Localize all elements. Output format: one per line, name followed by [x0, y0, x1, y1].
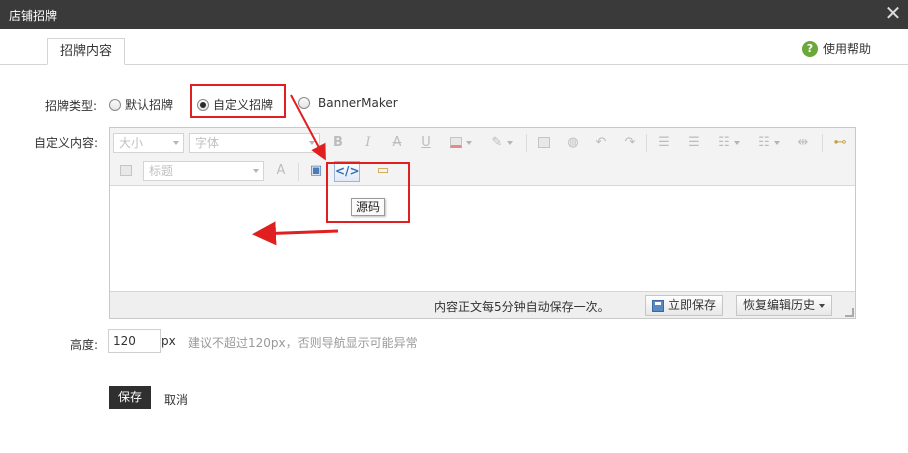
- table-icon[interactable]: [117, 162, 135, 180]
- cancel-link[interactable]: 取消: [164, 391, 188, 408]
- annotation-box-source: [326, 162, 410, 223]
- bulleted-list-icon[interactable]: ☷: [715, 134, 740, 152]
- font-color-icon[interactable]: [447, 134, 472, 152]
- font-family-select[interactable]: 字体: [189, 133, 320, 153]
- radio-bannermaker-dot[interactable]: [298, 97, 310, 109]
- radio-bannermaker-label: BannerMaker: [318, 96, 398, 110]
- help-label: 使用帮助: [822, 42, 871, 56]
- chevron-down-icon: [173, 141, 179, 145]
- heading-placeholder: 标题: [149, 164, 174, 178]
- help-icon: ?: [801, 40, 818, 57]
- highlight-color-icon[interactable]: ✎: [488, 134, 513, 152]
- toolbar-separator: [298, 163, 299, 181]
- editor-toolbar: 大小 字体 B I A U ✎ ◍ ↶ ↷ ☰ ☰ ☷ ☷ ⇹ ⊷ 标题 A ▣…: [110, 128, 855, 186]
- strikethrough-icon[interactable]: A: [388, 134, 406, 152]
- clear-format-icon[interactable]: A: [272, 162, 290, 180]
- image-icon[interactable]: [535, 134, 553, 152]
- radio-default-label: 默认招牌: [125, 98, 174, 112]
- window-title: 店铺招牌: [9, 9, 58, 23]
- restore-history-label: 恢复编辑历史: [743, 298, 816, 312]
- toolbar-separator: [646, 134, 647, 152]
- radio-default[interactable]: 默认招牌: [109, 96, 173, 113]
- height-input[interactable]: 120: [108, 329, 161, 353]
- monitor-icon[interactable]: ▣: [307, 162, 325, 180]
- heading-select[interactable]: 标题: [143, 161, 264, 181]
- editor-content-area[interactable]: [110, 187, 855, 291]
- height-label: 高度:: [70, 338, 99, 352]
- rich-text-editor: 大小 字体 B I A U ✎ ◍ ↶ ↷ ☰ ☰ ☷ ☷ ⇹ ⊷ 标题 A ▣…: [109, 127, 856, 319]
- italic-icon[interactable]: I: [359, 134, 377, 152]
- chevron-down-icon: [253, 169, 259, 173]
- outdent-icon[interactable]: ☰: [685, 134, 703, 152]
- autosave-status: 内容正文每5分钟自动保存一次。: [434, 300, 610, 314]
- horizontal-rule-icon[interactable]: ⇹: [794, 134, 812, 152]
- window-titlebar: 店铺招牌 ✕: [0, 0, 908, 29]
- restore-history-button[interactable]: 恢复编辑历史: [736, 295, 833, 316]
- underline-icon[interactable]: U: [417, 134, 435, 152]
- font-family-placeholder: 字体: [195, 136, 220, 150]
- font-size-select[interactable]: 大小: [113, 133, 184, 153]
- link-icon[interactable]: ◍: [564, 134, 582, 152]
- resize-handle-icon[interactable]: [845, 308, 854, 317]
- radio-bannermaker[interactable]: BannerMaker: [298, 96, 398, 110]
- save-button[interactable]: 保存: [109, 386, 151, 409]
- help-link[interactable]: ? 使用帮助: [801, 40, 871, 57]
- content-label: 自定义内容:: [34, 136, 99, 150]
- bold-icon[interactable]: B: [329, 134, 347, 152]
- save-disk-icon: [652, 299, 664, 312]
- height-unit: px: [161, 334, 176, 348]
- save-now-button[interactable]: 立即保存: [645, 295, 724, 316]
- tab-divider: [0, 64, 908, 65]
- redo-icon[interactable]: ↷: [621, 134, 639, 152]
- preview-icon[interactable]: ⊷: [831, 134, 849, 152]
- height-hint: 建议不超过120px，否则导航显示可能异常: [188, 336, 418, 350]
- tab-signboard-content[interactable]: 招牌内容: [47, 38, 125, 65]
- font-size-placeholder: 大小: [119, 136, 144, 150]
- toolbar-separator: [526, 134, 527, 152]
- toolbar-separator: [822, 134, 823, 152]
- close-icon[interactable]: ✕: [884, 3, 902, 25]
- chevron-down-icon: [819, 303, 826, 308]
- indent-icon[interactable]: ☰: [655, 134, 673, 152]
- editor-statusbar: 内容正文每5分钟自动保存一次。 立即保存 恢复编辑历史: [110, 291, 855, 318]
- undo-icon[interactable]: ↶: [592, 134, 610, 152]
- chevron-down-icon: [309, 141, 315, 145]
- annotation-box-custom: [190, 84, 286, 118]
- type-label: 招牌类型:: [45, 99, 98, 113]
- numbered-list-icon[interactable]: ☷: [755, 134, 780, 152]
- save-now-label: 立即保存: [668, 298, 717, 312]
- radio-default-dot[interactable]: [109, 98, 121, 111]
